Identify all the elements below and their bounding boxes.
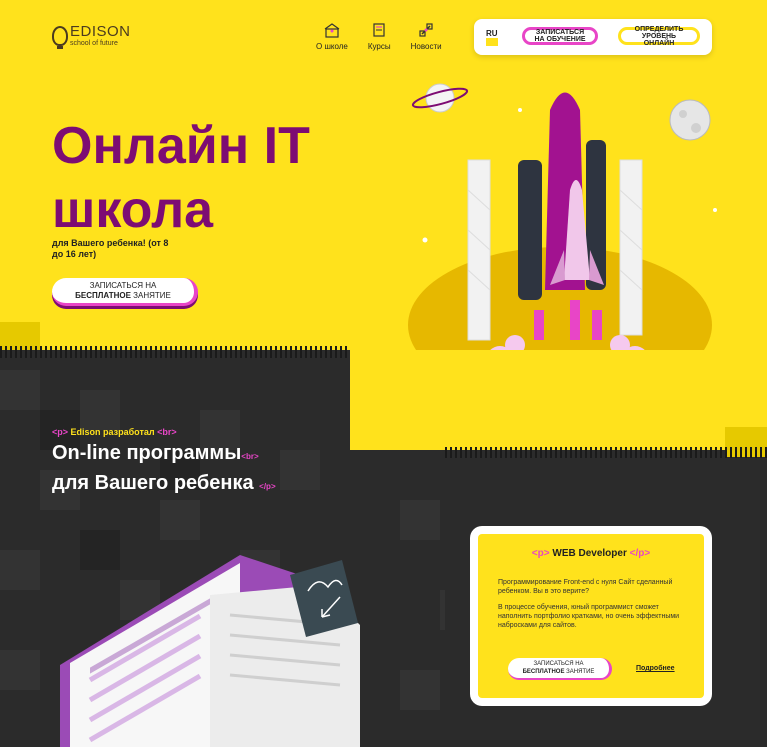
course-description: Программирование Front-end с нуля Сайт с… (498, 578, 694, 637)
nav-item-about[interactable]: О школе (316, 22, 348, 51)
logo-name: EDISON (70, 23, 131, 40)
hero-title: Онлайн IT школа (52, 114, 310, 242)
hero-title-line1: Онлайн IT (52, 117, 310, 175)
programs-intro-text: Edison разработал (70, 427, 155, 437)
html-tag: </p> (629, 548, 651, 559)
course-title-text: WEB Developer (552, 548, 627, 559)
nav-label: Курсы (367, 42, 391, 51)
nav-label: О школе (316, 42, 348, 51)
card-btn-line1: ЗАПИСАТЬСЯ НА (533, 661, 584, 667)
logo-tagline: school of future (70, 40, 118, 47)
level-button-line2: УРОВЕНЬ ОНЛАЙН (641, 32, 677, 47)
hero-subtitle: для Вашего ребенка! (от 8 до 16 лет) (52, 238, 169, 259)
language-marker (486, 38, 498, 46)
course-description-p2: В процессе обучения, юный программист см… (498, 604, 680, 629)
programs-title-line1: On-line программы (52, 442, 242, 464)
planet-icon (411, 83, 469, 113)
hero-step (350, 350, 767, 450)
free-lesson-line1: ЗАПИСАТЬСЯ НА (89, 280, 157, 290)
course-description-p1: Программирование Front-end с нуля Сайт с… (498, 579, 673, 595)
nav-label: Новости (410, 42, 442, 51)
main-nav: О школе Курсы Новости (316, 22, 442, 51)
enroll-button[interactable]: ЗАПИСАТЬСЯ НА ОБУЧЕНИЕ (522, 27, 598, 45)
lightbulb-icon (52, 25, 68, 49)
more-link[interactable]: Подробнее (636, 665, 675, 672)
html-tag: <br> (157, 427, 177, 437)
satellite-icon (419, 23, 433, 37)
programs-intro: <p> Edison разработал <br> (52, 427, 177, 437)
html-tag: </p> (259, 482, 276, 491)
top-action-card: RU ЗАПИСАТЬСЯ НА ОБУЧЕНИЕ ОПРЕДЕЛИТЬ УРО… (474, 19, 712, 55)
course-card-title: <p> WEB Developer </p> (478, 548, 704, 559)
html-tag: <p> (52, 427, 69, 437)
logo[interactable]: EDISON school of future (52, 23, 131, 49)
free-lesson-bold: БЕСПЛАТНОЕ (75, 290, 131, 300)
html-tag: <p> (531, 548, 550, 559)
course-card-web-developer: <p> WEB Developer </p> Программирование … (470, 526, 712, 706)
html-tag: <br> (241, 452, 259, 461)
card-btn-line2: ЗАНЯТИЕ (566, 669, 595, 675)
free-lesson-line2: ЗАНЯТИЕ (133, 290, 171, 300)
enroll-button-line2: НА ОБУЧЕНИЕ (534, 36, 586, 43)
free-lesson-button[interactable]: ЗАПИСАТЬСЯ НА БЕСПЛАТНОЕ ЗАНЯТИЕ (52, 278, 198, 306)
moon-icon (669, 99, 711, 141)
nav-item-courses[interactable]: Курсы (368, 22, 391, 51)
hero-title-line2: школа (52, 181, 214, 239)
book-illustration (60, 555, 360, 747)
card-btn-bold: БЕСПЛАТНОЕ (522, 669, 565, 675)
school-icon (324, 23, 340, 38)
language-switch[interactable]: RU (486, 29, 498, 38)
grass-strip (0, 346, 350, 358)
programs-title: On-line программы<br> для Вашего ребенка… (52, 440, 276, 500)
card-free-lesson-button[interactable]: ЗАПИСАТЬСЯ НА БЕСПЛАТНОЕ ЗАНЯТИЕ (508, 658, 612, 680)
level-button-line1: ОПРЕДЕЛИТЬ (634, 25, 684, 33)
nav-item-news[interactable]: Новости (411, 22, 442, 51)
programs-title-line2: для Вашего ребенка (52, 472, 254, 494)
enroll-button-line1: ЗАПИСАТЬСЯ (535, 29, 585, 36)
level-test-button[interactable]: ОПРЕДЕЛИТЬ УРОВЕНЬ ОНЛАЙН (618, 25, 700, 47)
book-icon (373, 23, 385, 37)
